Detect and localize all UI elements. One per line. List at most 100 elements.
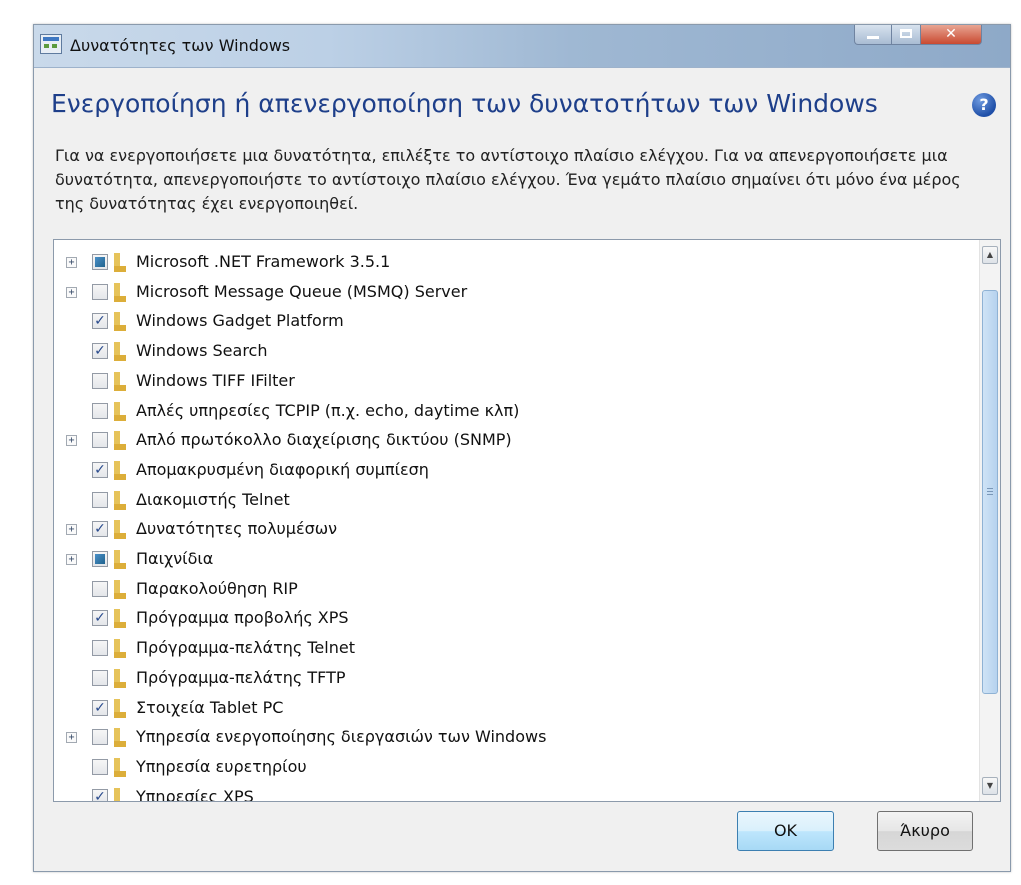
feature-label: Πρόγραμμα-πελάτης Telnet: [136, 638, 355, 658]
feature-label: Microsoft .NET Framework 3.5.1: [136, 252, 391, 271]
feature-label: Απλές υπηρεσίες TCPIP (π.χ. echo, daytim…: [136, 400, 520, 420]
feature-checkbox[interactable]: ✓: [92, 610, 108, 627]
folder-icon: [114, 698, 126, 718]
feature-row[interactable]: ✓ Windows Gadget Platform: [54, 307, 974, 337]
feature-row[interactable]: Υπηρεσία ευρετηρίου: [54, 753, 974, 783]
folder-icon: [114, 431, 126, 451]
features-tree[interactable]: + Microsoft .NET Framework 3.5.1 + Microsof…: [53, 239, 1001, 802]
feature-row[interactable]: + Microsoft .NET Framework 3.5.1: [54, 248, 974, 278]
thumb-grip-icon: [987, 488, 993, 489]
folder-icon: [114, 520, 126, 540]
folder-icon: [114, 609, 126, 629]
feature-checkbox[interactable]: [92, 432, 108, 449]
feature-row[interactable]: + Απλό πρωτόκολλο διαχείρισης δικτύου (SN…: [54, 426, 974, 456]
feature-label: Υπηρεσία ευρετηρίου: [136, 756, 307, 776]
title-bar[interactable]: Δυνατότητες των Windows ✕: [34, 25, 1010, 68]
scroll-thumb[interactable]: [982, 290, 998, 694]
folder-icon: [114, 401, 126, 421]
close-button[interactable]: ✕: [920, 25, 982, 45]
window-features-icon: [40, 34, 62, 54]
feature-checkbox[interactable]: [92, 402, 108, 419]
feature-label: Στοιχεία Tablet PC: [136, 697, 284, 717]
help-icon[interactable]: ?: [972, 93, 996, 117]
feature-row[interactable]: ✓ Υπηρεσίες XPS: [54, 783, 974, 802]
feature-checkbox[interactable]: ✓: [92, 461, 108, 478]
feature-label: Windows Gadget Platform: [136, 311, 344, 331]
ok-button[interactable]: OK: [737, 811, 834, 851]
feature-checkbox[interactable]: [92, 729, 108, 746]
folder-icon: [114, 460, 126, 480]
feature-row[interactable]: ✓ Απομακρυσμένη διαφορική συμπίεση: [54, 456, 974, 486]
expand-icon[interactable]: +: [66, 554, 77, 565]
feature-checkbox[interactable]: ✓: [92, 313, 108, 330]
feature-label: Διακομιστής Telnet: [136, 489, 290, 509]
maximize-icon: [900, 29, 912, 38]
page-heading: Ενεργοποίηση ή απενεργοποίηση των δυνατο…: [51, 89, 878, 118]
feature-checkbox[interactable]: ✓: [92, 521, 108, 538]
feature-checkbox[interactable]: [92, 580, 108, 597]
expand-icon[interactable]: +: [66, 732, 77, 744]
feature-row[interactable]: Διακομιστής Telnet: [54, 486, 974, 516]
feature-checkbox[interactable]: [92, 758, 108, 775]
folder-icon: [114, 550, 126, 569]
feature-row[interactable]: Παρακολούθηση RIP: [54, 575, 974, 605]
expand-icon[interactable]: +: [66, 286, 77, 298]
feature-label: Υπηρεσία ενεργοποίησης διεργασιών των Wi…: [136, 727, 547, 747]
folder-icon: [114, 757, 126, 777]
feature-row[interactable]: Windows TIFF IFilter: [54, 367, 974, 397]
folder-icon: [114, 639, 126, 659]
folder-icon: [114, 579, 126, 599]
feature-row[interactable]: + Υπηρεσία ενεργοποίησης διεργασιών των W…: [54, 723, 974, 753]
features-dialog: Δυνατότητες των Windows ✕ Ενεργοποίηση ή…: [33, 24, 1011, 872]
folder-icon: [114, 787, 126, 801]
feature-row[interactable]: ✓ Στοιχεία Tablet PC: [54, 694, 974, 724]
feature-checkbox[interactable]: ✓: [92, 699, 108, 716]
cancel-button[interactable]: Άκυρο: [877, 811, 973, 851]
feature-row[interactable]: + ✓ Δυνατότητες πολυμέσων: [54, 515, 974, 545]
feature-row[interactable]: ✓ Πρόγραμμα προβολής XPS: [54, 604, 974, 634]
feature-checkbox[interactable]: ✓: [92, 788, 108, 801]
feature-checkbox[interactable]: [92, 669, 108, 686]
feature-label: Windows TIFF IFilter: [136, 370, 295, 390]
feature-label: Υπηρεσίες XPS: [136, 786, 254, 802]
vertical-scrollbar[interactable]: ▲ ▼: [979, 240, 1000, 801]
feature-row[interactable]: + Microsoft Message Queue (MSMQ) Server: [54, 278, 974, 308]
feature-checkbox[interactable]: [92, 491, 108, 508]
feature-checkbox[interactable]: [92, 551, 108, 567]
scroll-down-button[interactable]: ▼: [982, 777, 998, 795]
maximize-button[interactable]: [891, 25, 921, 45]
folder-icon: [114, 490, 126, 510]
folder-icon: [114, 728, 126, 748]
feature-label: Παρακολούθηση RIP: [136, 578, 298, 598]
instructions-text: Για να ενεργοποιήσετε μια δυνατότητα, επ…: [55, 146, 961, 213]
feature-row[interactable]: Απλές υπηρεσίες TCPIP (π.χ. echo, daytim…: [54, 397, 974, 427]
feature-label: Παιχνίδια: [136, 549, 214, 568]
feature-label: Windows Search: [136, 341, 268, 361]
feature-label: Δυνατότητες πολυμέσων: [136, 519, 338, 539]
feature-checkbox[interactable]: [92, 254, 108, 270]
folder-icon: [114, 342, 126, 362]
feature-label: Microsoft Message Queue (MSMQ) Server: [136, 281, 468, 301]
feature-checkbox[interactable]: ✓: [92, 343, 108, 360]
feature-label: Απομακρυσμένη διαφορική συμπίεση: [136, 459, 429, 479]
expand-icon[interactable]: +: [66, 435, 77, 447]
folder-icon: [114, 253, 126, 272]
folder-icon: [114, 668, 126, 688]
thumb-grip-line: [987, 491, 993, 492]
feature-label: Πρόγραμμα προβολής XPS: [136, 608, 349, 628]
minimize-button[interactable]: [854, 25, 892, 45]
expand-icon[interactable]: +: [66, 257, 77, 268]
scroll-up-button[interactable]: ▲: [982, 246, 998, 264]
feature-checkbox[interactable]: [92, 640, 108, 657]
feature-label: Πρόγραμμα-πελάτης TFTP: [136, 667, 346, 687]
folder-icon: [114, 282, 126, 302]
feature-label: Απλό πρωτόκολλο διαχείρισης δικτύου (SNM…: [136, 430, 512, 450]
feature-checkbox[interactable]: [92, 283, 108, 300]
feature-row[interactable]: + Παιχνίδια: [54, 545, 974, 575]
feature-checkbox[interactable]: [92, 372, 108, 389]
feature-row[interactable]: ✓ Windows Search: [54, 337, 974, 367]
folder-icon: [114, 312, 126, 332]
feature-row[interactable]: Πρόγραμμα-πελάτης TFTP: [54, 664, 974, 694]
expand-icon[interactable]: +: [66, 524, 77, 536]
feature-row[interactable]: Πρόγραμμα-πελάτης Telnet: [54, 634, 974, 664]
